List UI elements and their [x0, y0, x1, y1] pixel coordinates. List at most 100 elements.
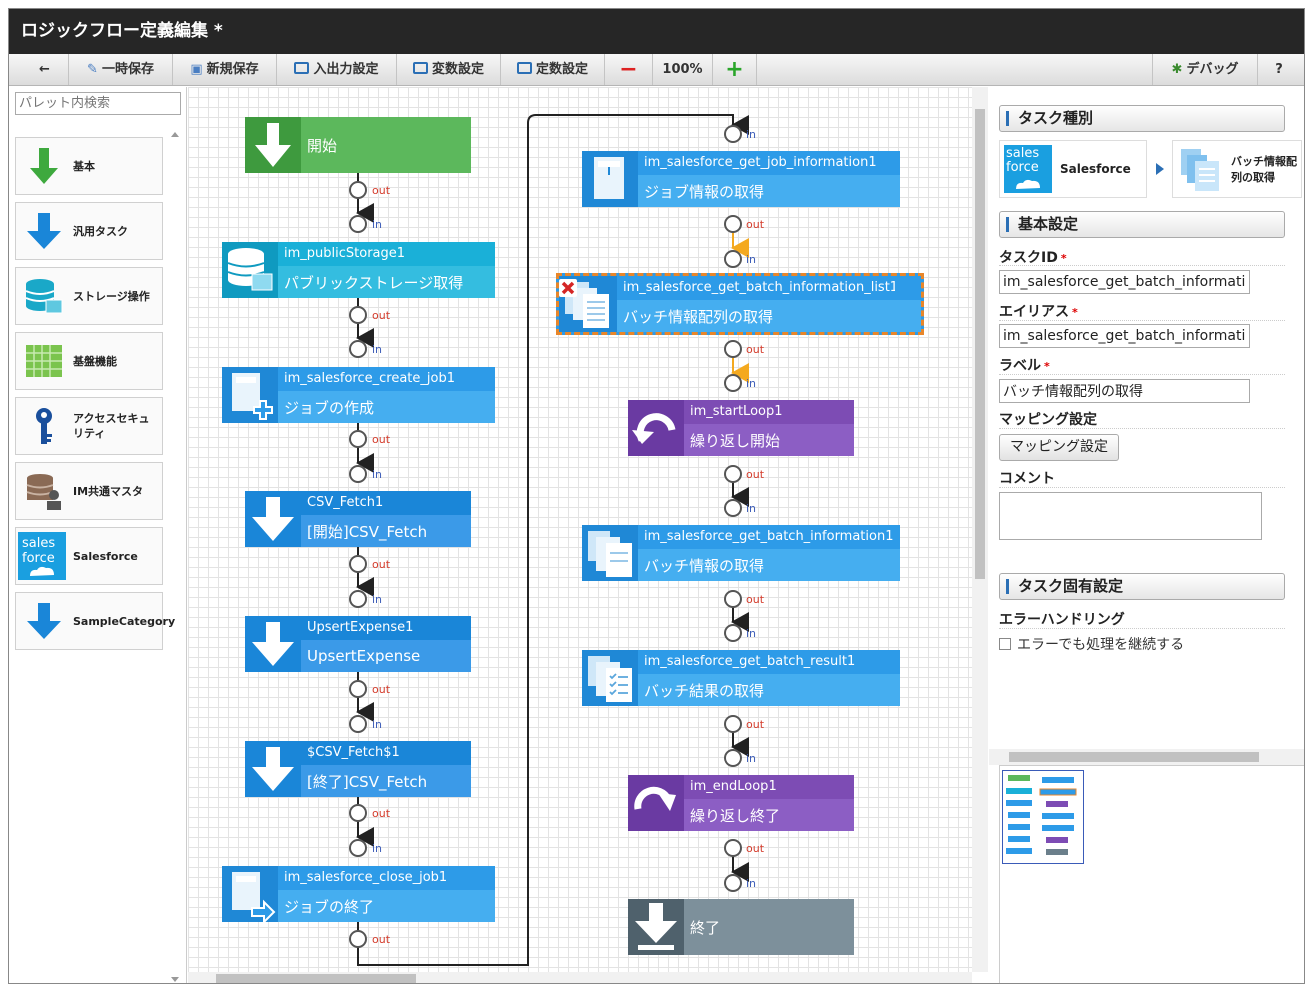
node-id: im_salesforce_get_batch_information1 — [644, 529, 894, 544]
port-in-label: in — [746, 377, 757, 390]
logic-flow-editor-window: ロジックフロー定義編集 * ← ✎ 一時保存 ▣ 新規保存 入出力設定 変数設定 定… — [8, 8, 1305, 984]
flow-node-get-job-info[interactable]: im_salesforce_get_job_information1 ジョブ情報… — [582, 151, 900, 207]
flow-node-start-loop[interactable]: im_startLoop1 繰り返し開始 — [628, 400, 854, 456]
palette-item-label: 基本 — [73, 159, 95, 173]
palette-item-label: 基盤機能 — [73, 354, 117, 368]
arrow-down-green-icon — [30, 148, 58, 184]
node-label: バッチ情報配列の取得 — [617, 300, 921, 332]
flow-node-public-storage[interactable]: im_publicStorage1 パブリックストレージ取得 — [222, 242, 495, 298]
window-icon — [412, 62, 428, 74]
palette-item-salesforce[interactable]: sales force Salesforce — [15, 527, 163, 585]
port-out-label: out — [746, 593, 765, 606]
divider — [999, 628, 1285, 629]
debug-button[interactable]: ✱ デバッグ — [1152, 54, 1258, 85]
help-button[interactable]: ? — [1259, 54, 1299, 85]
node-id: im_endLoop1 — [690, 779, 777, 794]
required-mark: * — [1060, 252, 1067, 265]
node-id: $CSV_Fetch$1 — [307, 745, 400, 760]
flow-node-get-batch-info-list-selected[interactable]: im_salesforce_get_batch_information_list… — [556, 273, 924, 335]
canvas-vertical-scrollbar[interactable] — [972, 87, 988, 972]
flow-node-end-loop[interactable]: im_endLoop1 繰り返し終了 — [628, 775, 854, 831]
job-close-icon — [222, 866, 278, 922]
minimap-preview — [1002, 770, 1084, 864]
flow-node-close-job[interactable]: im_salesforce_close_job1 ジョブの終了 — [222, 866, 495, 922]
node-id: im_salesforce_get_batch_result1 — [644, 654, 856, 669]
task-id-input[interactable] — [999, 270, 1250, 294]
const-settings-button[interactable]: 定数設定 — [501, 54, 605, 85]
node-id: im_salesforce_create_job1 — [284, 371, 455, 386]
palette-item-label: IM共通マスタ — [73, 484, 144, 498]
storage-icon — [222, 242, 278, 298]
canvas-horizontal-scrollbar[interactable] — [188, 972, 972, 983]
delete-node-icon[interactable] — [559, 279, 577, 297]
io-settings-button[interactable]: 入出力設定 — [277, 54, 397, 85]
palette-item-sample-category[interactable]: SampleCategory — [15, 592, 176, 650]
flow-node-csv-fetch-end[interactable]: $CSV_Fetch$1 [終了]CSV_Fetch — [245, 741, 471, 797]
continue-on-error-option[interactable]: エラーでも処理を継続する — [999, 634, 1184, 654]
flow-node-get-batch-info[interactable]: im_salesforce_get_batch_information1 バッチ… — [582, 525, 900, 581]
divider — [999, 265, 1285, 266]
back-button[interactable]: ← — [21, 54, 69, 85]
flow-node-get-batch-result[interactable]: im_salesforce_get_batch_result1 バッチ結果の取得 — [582, 650, 900, 706]
label-field-label: ラベル * — [999, 358, 1050, 374]
flow-node-create-job[interactable]: im_salesforce_create_job1 ジョブの作成 — [222, 367, 495, 423]
mapping-settings-button[interactable]: マッピング設定 — [999, 434, 1119, 461]
palette-item-storage[interactable]: ストレージ操作 — [15, 267, 163, 325]
properties-horizontal-scrollbar[interactable] — [989, 749, 1304, 765]
palette-item-label: 汎用タスク — [73, 224, 128, 238]
new-save-label: 新規保存 — [206, 62, 259, 77]
chevron-right-icon — [1156, 163, 1164, 175]
help-icon: ? — [1275, 62, 1283, 77]
divider — [999, 487, 1285, 488]
port-in-label: in — [372, 842, 383, 855]
port-in-label: in — [746, 752, 757, 765]
node-label: [終了]CSV_Fetch — [301, 765, 471, 797]
temp-save-button[interactable]: ✎ 一時保存 — [69, 54, 173, 85]
divider — [999, 374, 1285, 375]
required-mark: * — [1044, 360, 1050, 373]
node-label: ジョブ情報の取得 — [638, 175, 900, 207]
arrow-down-icon — [245, 491, 301, 547]
divider — [999, 320, 1285, 321]
comment-textarea[interactable] — [999, 492, 1262, 540]
batch-info-icon — [582, 525, 638, 581]
palette-item-label: ストレージ操作 — [73, 289, 150, 303]
palette-item-label: SampleCategory — [73, 614, 176, 628]
flow-node-start[interactable]: 開始 — [245, 117, 471, 173]
flow-node-csv-fetch-start[interactable]: CSV_Fetch1 [開始]CSV_Fetch — [245, 491, 471, 547]
alias-input[interactable] — [999, 324, 1250, 348]
window-icon — [294, 62, 310, 74]
task-name-label: バッチ情報配列の取得 — [1231, 155, 1297, 184]
flow-node-upsert-expense[interactable]: UpsertExpense1 UpsertExpense — [245, 616, 471, 672]
palette-item-basic[interactable]: 基本 — [15, 137, 163, 195]
palette-item-platform[interactable]: 基盤機能 — [15, 332, 163, 390]
flow-canvas[interactable]: out in out in out in out in out in out i… — [188, 87, 972, 972]
node-label: ジョブの終了 — [278, 890, 495, 922]
new-save-button[interactable]: ▣ 新規保存 — [173, 54, 277, 85]
node-id: CSV_Fetch1 — [307, 495, 384, 510]
port-out-label: out — [746, 468, 765, 481]
storage-icon — [25, 279, 63, 314]
port-out-label: out — [746, 218, 765, 231]
bug-icon: ✱ — [1171, 62, 1183, 77]
continue-on-error-checkbox[interactable] — [999, 638, 1011, 650]
zoom-out-button[interactable]: − — [605, 54, 653, 85]
palette-item-general-task[interactable]: 汎用タスク — [15, 202, 163, 260]
job-info-icon — [582, 151, 638, 207]
label-input[interactable] — [999, 379, 1250, 403]
minimap[interactable] — [999, 765, 1304, 983]
var-settings-button[interactable]: 変数設定 — [397, 54, 501, 85]
task-id-label: タスクID * — [999, 250, 1067, 266]
zoom-in-button[interactable]: + — [713, 54, 757, 85]
palette-item-label: アクセスセキュリティ — [73, 412, 150, 440]
node-label: 終了 — [684, 899, 854, 955]
palette-search-input[interactable] — [15, 92, 181, 115]
loop-end-icon — [628, 775, 684, 831]
flow-node-end[interactable]: 終了 — [628, 899, 854, 955]
node-label: バッチ結果の取得 — [638, 674, 900, 706]
port-in-label: in — [372, 593, 383, 606]
palette-item-im-master[interactable]: IM共通マスタ — [15, 462, 163, 520]
palette-item-access-security[interactable]: アクセスセキュリティ — [15, 397, 163, 455]
palette-scrollbar[interactable] — [169, 127, 181, 984]
port-out-label: out — [372, 433, 391, 446]
